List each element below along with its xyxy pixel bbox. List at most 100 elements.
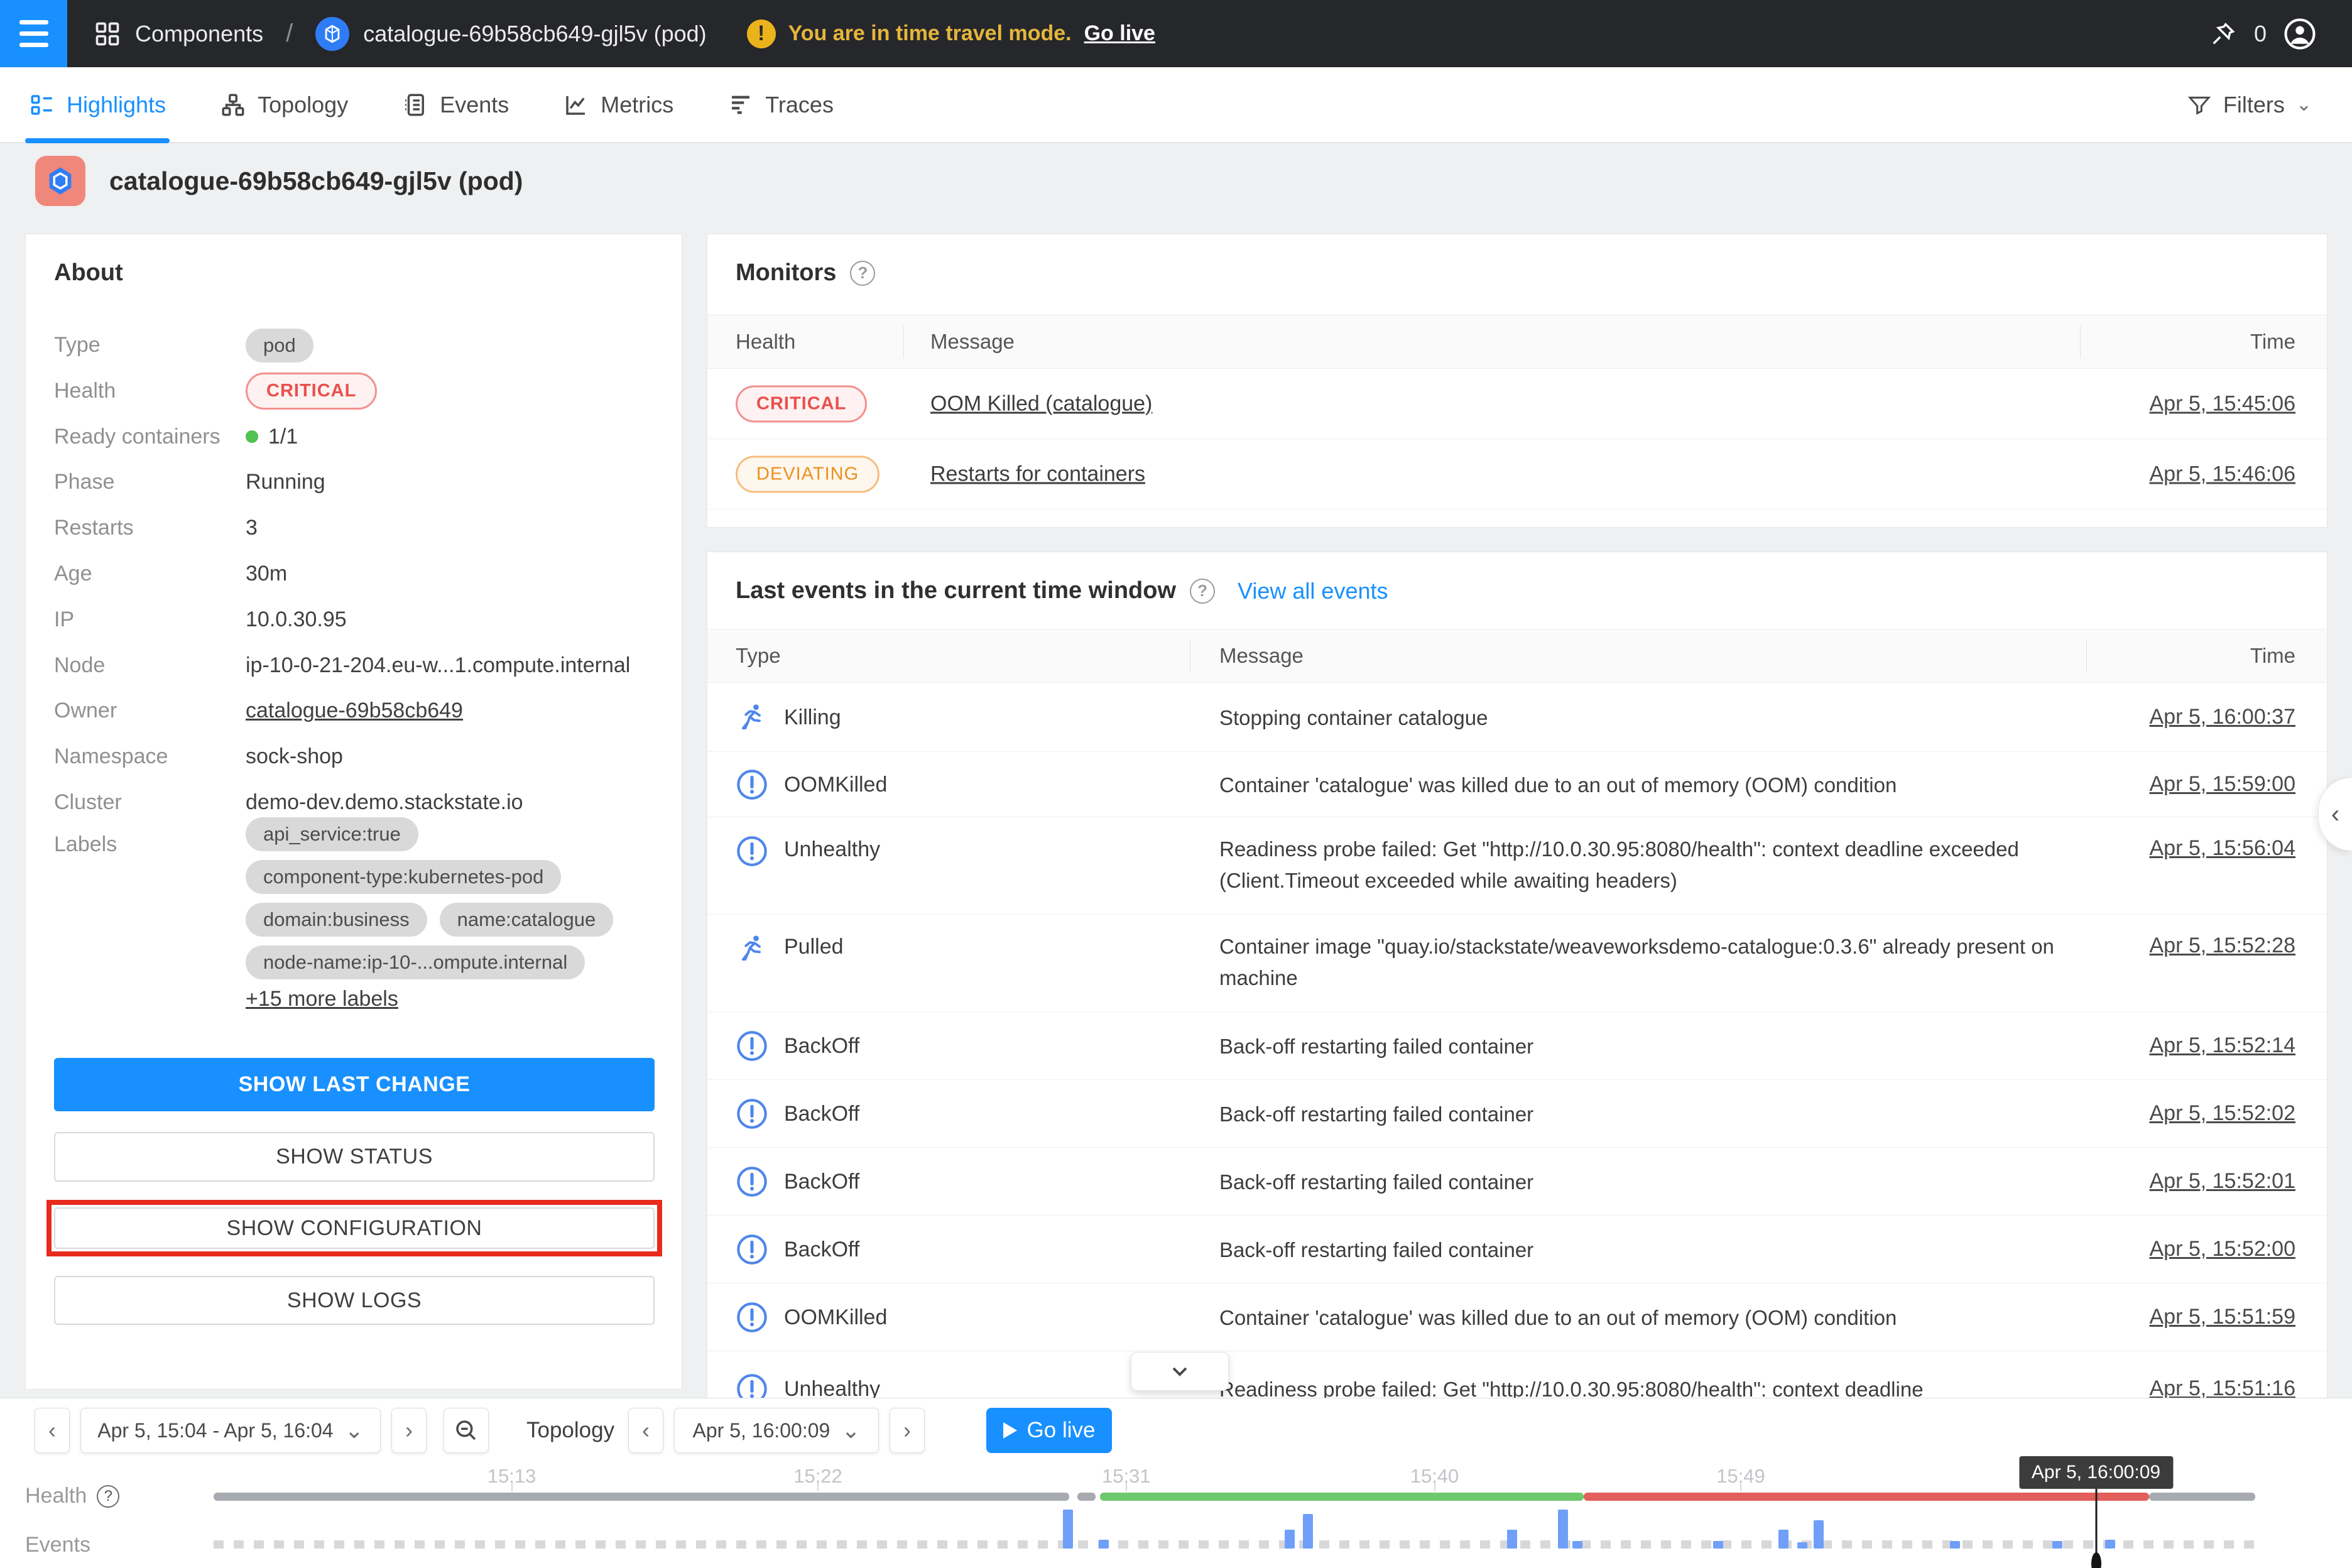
event-count-bar [1797, 1542, 1807, 1549]
timeline-track[interactable]: 15:1315:2215:3115:4015:49 Apr 5, 16:00:0… [214, 1398, 2255, 1568]
event-type: OOMKilled [784, 1305, 887, 1330]
event-time-link[interactable]: Apr 5, 16:00:37 [2149, 705, 2295, 729]
show-status-button[interactable]: SHOW STATUS [54, 1132, 655, 1182]
view-all-events-link[interactable]: View all events [1238, 578, 1388, 604]
chevron-down-icon [1167, 1359, 1192, 1384]
warning-icon: ! [747, 19, 776, 48]
event-time-link[interactable]: Apr 5, 15:51:59 [2149, 1305, 2295, 1329]
tab-metrics[interactable]: Metrics [563, 67, 673, 142]
labels-label: Labels [54, 832, 117, 857]
type-badge: pod [246, 329, 313, 362]
chevron-left-icon: ‹ [2331, 800, 2339, 829]
components-grid-icon [94, 20, 121, 48]
show-last-change-button[interactable]: SHOW LAST CHANGE [54, 1058, 655, 1111]
about-row-phase: PhaseRunning [54, 459, 655, 505]
event-time-link[interactable]: Apr 5, 15:52:02 [2149, 1101, 2295, 1126]
help-icon[interactable]: ? [850, 261, 875, 286]
field-label: Type [54, 333, 246, 357]
collapse-events-button[interactable] [1131, 1352, 1229, 1391]
event-type: BackOff [784, 1034, 859, 1059]
owner-link[interactable]: catalogue-69b58cb649 [246, 699, 463, 723]
monitors-table-header: Health Message Time [707, 315, 2327, 369]
monitors-panel: Monitors ? Health Message Time CRITICAL … [707, 234, 2328, 528]
about-panel: About TypepodHealthCRITICALReady contain… [25, 234, 682, 1390]
event-time-link[interactable]: Apr 5, 15:59:00 [2149, 772, 2295, 797]
range-prev-button[interactable]: ‹ [35, 1408, 70, 1453]
entity-header: catalogue-69b58cb649-gjl5v (pod) [35, 156, 523, 206]
timeline-bar: ‹ Apr 5, 15:04 - Apr 5, 16:04⌄ › Topolog… [0, 1398, 2352, 1568]
about-row-health: HealthCRITICAL [54, 368, 655, 414]
event-count-bar [1713, 1541, 1723, 1549]
help-icon[interactable]: ? [1190, 579, 1215, 604]
event-time-link[interactable]: Apr 5, 15:52:14 [2149, 1033, 2295, 1058]
event-time-link[interactable]: Apr 5, 15:56:04 [2149, 836, 2295, 861]
menu-icon[interactable] [0, 0, 67, 67]
breadcrumb-entity[interactable]: catalogue-69b58cb649-gjl5v (pod) [363, 21, 706, 47]
tab-events[interactable]: Events [402, 67, 509, 142]
about-row-ready-containers: Ready containers 1/1 [54, 414, 655, 460]
about-row-owner: Ownercatalogue-69b58cb649 [54, 688, 655, 734]
events-icon [402, 92, 428, 118]
filter-funnel-icon [2187, 92, 2212, 117]
monitor-time-link[interactable]: Apr 5, 15:45:06 [2149, 391, 2295, 416]
event-count-bar [1303, 1514, 1313, 1549]
events-title: Last events in the current time window [736, 577, 1176, 604]
user-avatar-icon[interactable] [2283, 17, 2317, 51]
go-live-link[interactable]: Go live [1084, 21, 1155, 46]
monitor-time-link[interactable]: Apr 5, 15:46:06 [2149, 462, 2295, 486]
column-message: Message [1219, 644, 1304, 668]
about-row-restarts: Restarts3 [54, 505, 655, 551]
value: 1/1 [268, 425, 298, 449]
value: 3 [246, 516, 258, 540]
event-time-link[interactable]: Apr 5, 15:52:00 [2149, 1237, 2295, 1261]
monitor-message-link[interactable]: OOM Killed (catalogue) [930, 391, 1152, 416]
event-count-bar [1099, 1540, 1109, 1549]
tab-highlights[interactable]: Highlights [29, 67, 166, 142]
label-pill: domain:business [246, 903, 427, 937]
more-labels-link[interactable]: +15 more labels [246, 987, 398, 1011]
health-row-label: Health? [25, 1484, 119, 1508]
event-type: Killing [784, 705, 841, 730]
event-message: Container image "quay.io/stackstate/weav… [1219, 931, 2074, 994]
monitor-message-link[interactable]: Restarts for containers [930, 462, 1145, 486]
monitor-row: CRITICAL OOM Killed (catalogue) Apr 5, 1… [707, 369, 2327, 439]
runner-icon [736, 701, 768, 734]
breadcrumb-components[interactable]: Components [135, 21, 263, 47]
event-count-bar [1558, 1510, 1568, 1549]
event-count-bar [1507, 1530, 1517, 1549]
event-time-link[interactable]: Apr 5, 15:52:01 [2149, 1169, 2295, 1194]
time-marker-handle[interactable] [2091, 1552, 2101, 1568]
about-row-namespace: Namespacesock-shop [54, 734, 655, 780]
tab-bar: Highlights Topology Events Metrics Traces Fi… [0, 67, 2352, 143]
label-pill: node-name:ip-10-...ompute.internal [246, 945, 585, 979]
event-message: Container 'catalogue' was killed due to … [1219, 770, 2074, 801]
show-configuration-button[interactable]: SHOW CONFIGURATION [54, 1207, 655, 1249]
health-badge: CRITICAL [246, 373, 377, 410]
help-icon[interactable]: ? [97, 1485, 119, 1508]
filters-button[interactable]: Filters ⌄ [2187, 92, 2312, 118]
event-row: BackOff Back-off restarting failed conta… [707, 1080, 2327, 1148]
event-message: Readiness probe failed: Get "http://10.0… [1219, 834, 2074, 896]
field-label: Owner [54, 699, 246, 723]
alert-circle-icon [736, 768, 768, 801]
event-row: BackOff Back-off restarting failed conta… [707, 1216, 2327, 1283]
event-count-bar [1572, 1541, 1582, 1549]
alert-circle-icon [736, 835, 768, 868]
health-segment [214, 1493, 1069, 1501]
field-label: Age [54, 562, 246, 586]
value: ip-10-0-21-204.eu-w...1.compute.internal [246, 653, 630, 678]
about-row-ip: IP10.0.30.95 [54, 597, 655, 643]
tab-traces[interactable]: Traces [727, 67, 834, 142]
tab-topology[interactable]: Topology [220, 67, 348, 142]
pin-icon[interactable] [2209, 19, 2238, 48]
event-row: Pulled Container image "quay.io/stacksta… [707, 915, 2327, 1012]
event-count-bar [1814, 1520, 1824, 1549]
top-bar: Components / catalogue-69b58cb649-gjl5v … [0, 0, 2352, 67]
event-row: Unhealthy Readiness probe failed: Get "h… [707, 817, 2327, 915]
show-logs-button[interactable]: SHOW LOGS [54, 1276, 655, 1325]
event-count-bar [2052, 1541, 2062, 1549]
breadcrumb-separator: / [286, 19, 293, 48]
event-time-link[interactable]: Apr 5, 15:52:28 [2149, 934, 2295, 958]
field-label: Ready containers [54, 425, 246, 449]
event-count-bar [1285, 1530, 1295, 1549]
